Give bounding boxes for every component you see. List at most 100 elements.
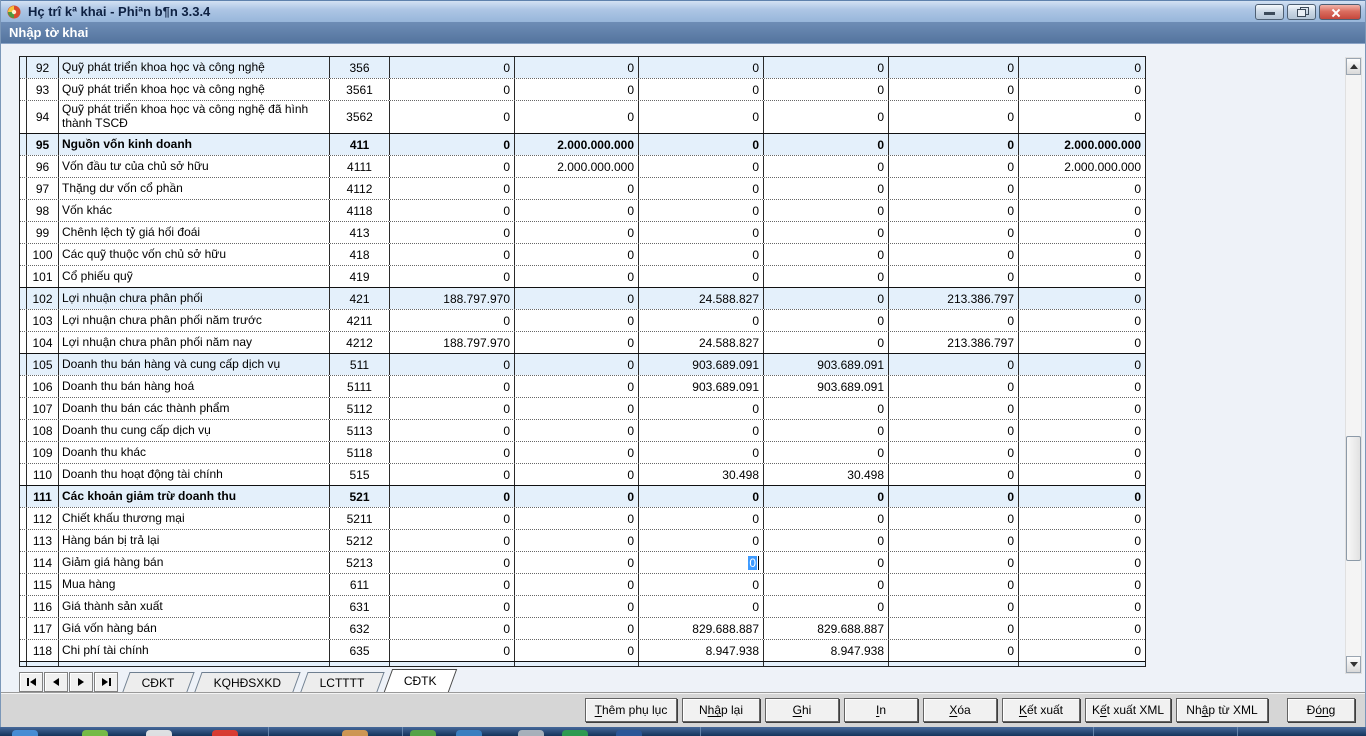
value-cell[interactable]: 0 <box>1019 618 1145 639</box>
value-cell[interactable]: 0 <box>764 57 889 78</box>
tab-cđkt[interactable]: CĐKT <box>122 672 194 692</box>
value-cell[interactable]: 0 <box>889 57 1019 78</box>
value-cell[interactable]: 903.689.091 <box>764 376 889 397</box>
value-cell[interactable]: 0 <box>515 332 639 353</box>
value-cell[interactable]: 0 <box>764 244 889 265</box>
active-value-cell[interactable]: 0 <box>639 552 764 573</box>
value-cell[interactable]: 0 <box>889 552 1019 573</box>
nav-first-button[interactable] <box>19 672 43 692</box>
value-cell[interactable]: 903.689.091 <box>639 376 764 397</box>
value-cell[interactable]: 0 <box>390 442 515 463</box>
value-cell[interactable]: 0 <box>515 178 639 199</box>
value-cell[interactable]: 0 <box>889 662 1019 667</box>
value-cell[interactable]: 0 <box>764 134 889 155</box>
value-cell[interactable]: 0 <box>764 200 889 221</box>
row-selector-gutter[interactable] <box>20 178 27 199</box>
value-cell[interactable]: 213.386.797 <box>889 332 1019 353</box>
value-cell[interactable]: 0 <box>515 596 639 617</box>
scroll-down-button[interactable] <box>1346 656 1361 673</box>
row-selector-gutter[interactable] <box>20 596 27 617</box>
value-cell[interactable]: 0 <box>515 288 639 309</box>
value-cell[interactable]: 0 <box>1019 464 1145 485</box>
value-cell[interactable]: 0 <box>889 101 1019 133</box>
value-cell[interactable]: 0 <box>515 574 639 595</box>
value-cell[interactable]: 0 <box>639 156 764 177</box>
value-cell[interactable]: 0 <box>1019 486 1145 507</box>
value-cell[interactable]: 0 <box>889 134 1019 155</box>
value-cell[interactable]: 0 <box>889 574 1019 595</box>
value-cell[interactable]: 213.386.797 <box>889 288 1019 309</box>
value-cell[interactable]: 0 <box>639 222 764 243</box>
value-cell[interactable]: 0 <box>390 156 515 177</box>
vertical-scrollbar[interactable] <box>1345 57 1362 674</box>
value-cell[interactable]: 0 <box>889 222 1019 243</box>
value-cell[interactable]: 0 <box>889 156 1019 177</box>
value-cell[interactable]: 0 <box>515 310 639 331</box>
value-cell[interactable]: 0 <box>1019 574 1145 595</box>
value-cell[interactable]: 0 <box>889 442 1019 463</box>
value-cell[interactable]: 0 <box>889 178 1019 199</box>
value-cell[interactable]: 0 <box>1019 552 1145 573</box>
value-cell[interactable]: 0 <box>639 101 764 133</box>
value-cell[interactable]: 0 <box>515 552 639 573</box>
value-cell[interactable]: 0 <box>515 244 639 265</box>
save-button[interactable]: Ghi <box>765 698 839 722</box>
row-selector-gutter[interactable] <box>20 398 27 419</box>
row-selector-gutter[interactable] <box>20 266 27 287</box>
row-selector-gutter[interactable] <box>20 222 27 243</box>
value-cell[interactable]: 0 <box>515 662 639 667</box>
row-selector-gutter[interactable] <box>20 464 27 485</box>
value-cell[interactable]: 0 <box>889 420 1019 441</box>
taskbar-icon[interactable] <box>12 730 38 736</box>
value-cell[interactable]: 0 <box>390 310 515 331</box>
value-cell[interactable]: 0 <box>639 508 764 529</box>
value-cell[interactable]: 0 <box>639 266 764 287</box>
value-cell[interactable]: 0 <box>639 79 764 100</box>
value-cell[interactable]: 0 <box>764 332 889 353</box>
value-cell[interactable]: 0 <box>1019 332 1145 353</box>
value-cell[interactable]: 0 <box>764 442 889 463</box>
value-cell[interactable]: 30.498 <box>639 464 764 485</box>
tab-kqhđsxkd[interactable]: KQHĐSXKD <box>194 672 301 692</box>
import-xml-button[interactable]: Nhập từ XML <box>1176 698 1268 722</box>
row-selector-gutter[interactable] <box>20 156 27 177</box>
close-button[interactable] <box>1319 4 1361 20</box>
row-selector-gutter[interactable] <box>20 376 27 397</box>
value-cell[interactable]: 8.947.938 <box>639 640 764 661</box>
value-cell[interactable]: 188.797.970 <box>390 288 515 309</box>
value-cell[interactable]: 0 <box>1019 79 1145 100</box>
value-cell[interactable]: 0 <box>639 57 764 78</box>
value-cell[interactable]: 0 <box>639 178 764 199</box>
re-enter-button[interactable]: Nhập lại <box>682 698 760 722</box>
value-cell[interactable]: 0 <box>1019 57 1145 78</box>
nav-previous-button[interactable] <box>44 672 68 692</box>
value-cell[interactable]: 0 <box>390 178 515 199</box>
value-cell[interactable]: 0 <box>1019 288 1145 309</box>
export-button[interactable]: Kết xuất <box>1002 698 1080 722</box>
value-cell[interactable]: 0 <box>889 79 1019 100</box>
value-cell[interactable]: 0 <box>639 420 764 441</box>
value-cell[interactable]: 0 <box>764 530 889 551</box>
value-cell[interactable]: 0 <box>390 101 515 133</box>
value-cell[interactable]: 0 <box>515 420 639 441</box>
value-cell[interactable]: 0 <box>1019 376 1145 397</box>
taskbar-icon[interactable] <box>518 730 544 736</box>
row-selector-gutter[interactable] <box>20 420 27 441</box>
value-cell[interactable]: 89.671.590 <box>764 662 889 667</box>
value-cell[interactable]: 0 <box>639 486 764 507</box>
value-cell[interactable]: 0 <box>889 596 1019 617</box>
value-cell[interactable]: 0 <box>515 101 639 133</box>
value-cell[interactable]: 0 <box>515 486 639 507</box>
value-cell[interactable]: 0 <box>764 596 889 617</box>
value-cell[interactable]: 0 <box>639 574 764 595</box>
value-cell[interactable]: 0 <box>764 398 889 419</box>
value-cell[interactable]: 0 <box>390 222 515 243</box>
value-cell[interactable]: 829.688.887 <box>639 618 764 639</box>
scrollbar-thumb[interactable] <box>1346 436 1361 561</box>
value-cell[interactable]: 0 <box>764 79 889 100</box>
row-selector-gutter[interactable] <box>20 354 27 375</box>
value-cell[interactable]: 24.588.827 <box>639 288 764 309</box>
row-selector-gutter[interactable] <box>20 200 27 221</box>
value-cell[interactable]: 0 <box>1019 244 1145 265</box>
close-form-button[interactable]: Đóng <box>1287 698 1355 722</box>
